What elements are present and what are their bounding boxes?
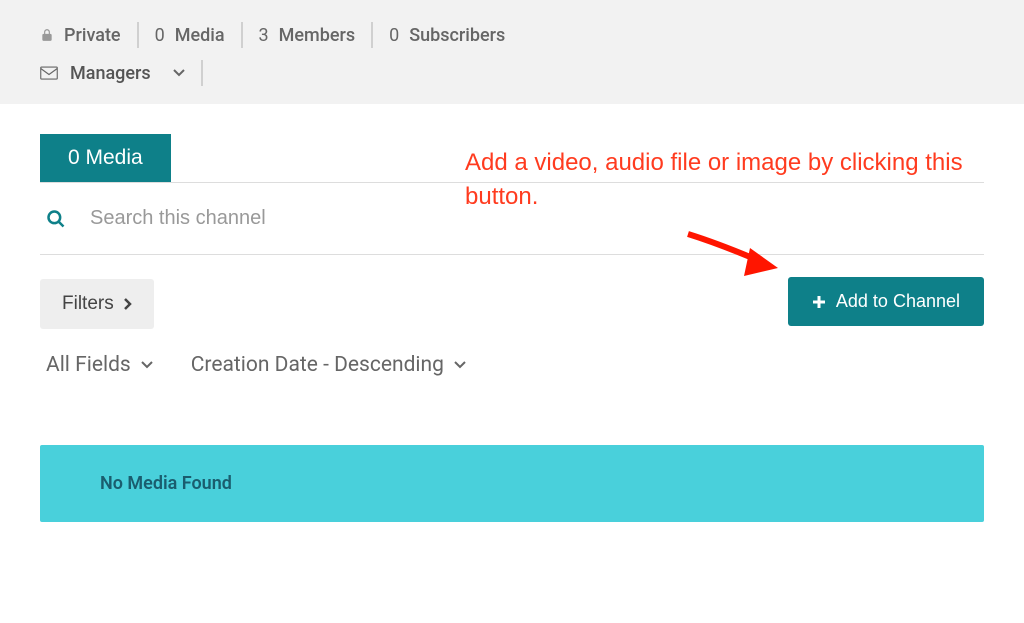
content-area: Add a video, audio file or image by clic…	[0, 104, 1024, 522]
envelope-icon	[40, 66, 58, 80]
search-icon	[46, 209, 66, 229]
chevron-down-icon	[454, 361, 466, 369]
media-tab[interactable]: 0 Media	[40, 134, 171, 182]
divider	[201, 60, 203, 86]
subscribers-count: 0	[389, 25, 399, 46]
media-label: Media	[175, 25, 225, 46]
chevron-down-icon	[173, 69, 185, 77]
filters-label: Filters	[62, 293, 114, 315]
divider	[371, 22, 373, 48]
chevron-right-icon	[124, 298, 132, 310]
search-input[interactable]	[90, 207, 390, 230]
channel-header: Private 0 Media 3 Members 0 Subscribers …	[0, 0, 1024, 104]
stats-row: Private 0 Media 3 Members 0 Subscribers	[40, 22, 984, 48]
divider	[137, 22, 139, 48]
controls-row: Filters Add to Channel	[40, 255, 984, 353]
filters-button[interactable]: Filters	[40, 279, 154, 329]
managers-label: Managers	[70, 63, 151, 84]
search-container	[40, 183, 984, 255]
members-label: Members	[279, 25, 355, 46]
members-count: 3	[259, 25, 269, 46]
tab-container: 0 Media	[40, 134, 984, 183]
divider	[241, 22, 243, 48]
subscribers-label: Subscribers	[409, 25, 505, 46]
media-count: 0	[155, 25, 165, 46]
chevron-down-icon	[141, 361, 153, 369]
subscribers-stat: 0 Subscribers	[389, 25, 505, 46]
media-stat: 0 Media	[155, 25, 225, 46]
field-dropdown[interactable]: All Fields	[46, 353, 153, 377]
privacy-label: Private	[64, 25, 121, 46]
sort-order-label: Creation Date - Descending	[191, 353, 444, 377]
lock-icon	[40, 28, 54, 42]
members-stat: 3 Members	[259, 25, 356, 46]
managers-row: Managers	[40, 60, 984, 86]
privacy-stat: Private	[40, 25, 121, 46]
add-to-channel-button[interactable]: Add to Channel	[788, 277, 984, 326]
sort-row: All Fields Creation Date - Descending	[40, 353, 984, 397]
plus-icon	[812, 295, 826, 309]
managers-dropdown[interactable]: Managers	[40, 63, 185, 84]
add-button-label: Add to Channel	[836, 291, 960, 312]
sort-order-dropdown[interactable]: Creation Date - Descending	[191, 353, 466, 377]
no-media-banner: No Media Found	[40, 445, 984, 522]
field-label: All Fields	[46, 353, 131, 377]
